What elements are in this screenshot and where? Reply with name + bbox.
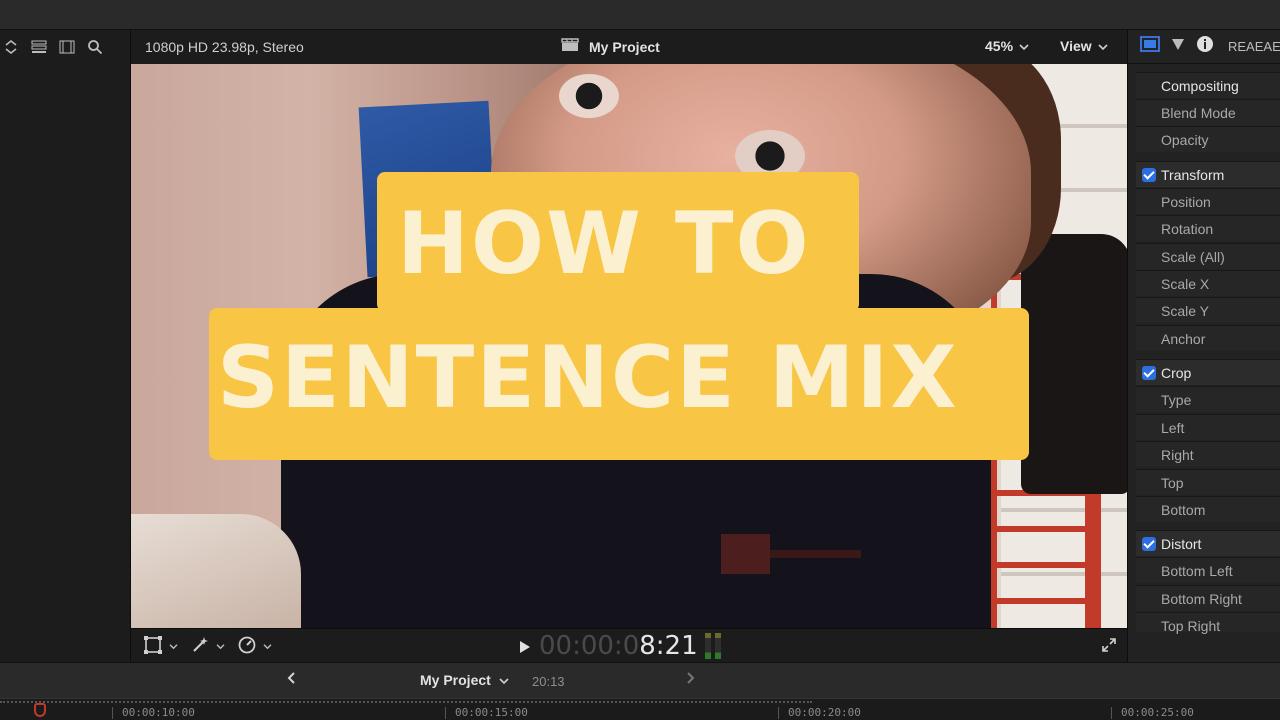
inspector-row-bottom[interactable]: Bottom (1136, 496, 1280, 522)
inspector-row-left[interactable]: Left (1136, 414, 1280, 440)
ruler-tick (445, 707, 446, 719)
inspector-tabs: REAEAE (1128, 30, 1280, 64)
inspector-section-transform[interactable]: Transform (1136, 161, 1280, 187)
viewer-project-title: My Project (561, 38, 660, 55)
transform-tool-icon[interactable] (143, 635, 163, 660)
inspector-row-top[interactable]: Top (1136, 469, 1280, 495)
audio-meter-left (705, 633, 711, 659)
zoom-value: 45% (985, 38, 1014, 54)
ruler-label: 00:00:20:00 (788, 706, 861, 719)
inspector-row-top-right[interactable]: Top Right (1136, 612, 1280, 634)
transform-checkbox[interactable] (1142, 168, 1156, 182)
next-project-icon[interactable] (686, 671, 696, 690)
speed-gauge-icon[interactable] (237, 635, 257, 660)
inspector-section-distort[interactable]: Distort (1136, 530, 1280, 556)
list-view-icon[interactable] (30, 38, 48, 56)
inspector-row-scale-y[interactable]: Scale Y (1136, 297, 1280, 323)
filmstrip-view-icon[interactable] (58, 38, 76, 56)
timeline-header: My Project 20:13 (0, 662, 1280, 698)
ruler-range (0, 701, 812, 704)
title-line-1: HOW TO (397, 194, 811, 294)
ruler-label: 00:00:25:00 (1121, 706, 1194, 719)
title-line-2: SENTENCE MIX (217, 328, 959, 428)
zoom-menu[interactable]: 45% (985, 38, 1029, 54)
playhead[interactable] (34, 703, 46, 717)
chevron-down-icon[interactable] (216, 642, 225, 653)
ruler-label: 00:00:15:00 (455, 706, 528, 719)
video-background-jacket (1021, 234, 1127, 494)
search-icon[interactable] (86, 38, 104, 56)
inspector-row-type[interactable]: Type (1136, 386, 1280, 412)
shirt-logo (721, 534, 861, 574)
inspector-row-right[interactable]: Right (1136, 441, 1280, 467)
video-subject-eye (559, 74, 619, 118)
timeline-project-menu[interactable]: My Project (420, 672, 509, 688)
timecode-value: 8:21 (639, 631, 698, 661)
section-label: Crop (1161, 365, 1192, 381)
inspector-row-rotation[interactable]: Rotation (1136, 215, 1280, 241)
format-label: 1080p HD 23.98p, Stereo (145, 39, 304, 55)
chevron-down-icon[interactable] (169, 642, 178, 653)
clapper-icon (561, 38, 579, 55)
section-label: Transform (1161, 167, 1225, 183)
audio-meter-right (715, 633, 721, 659)
ruler-label: 00:00:10:00 (122, 706, 195, 719)
timeline-duration: 20:13 (532, 674, 565, 689)
timecode-display[interactable]: 00:00:08:21 (519, 631, 698, 661)
inspector-row-compositing[interactable]: Compositing (1136, 72, 1280, 98)
inspector-panel: REAEAE Compositing Blend Mode Opacity Tr… (1127, 30, 1280, 662)
chevron-down-icon (499, 672, 509, 688)
inspector-row-blend-mode[interactable]: Blend Mode (1136, 99, 1280, 125)
previous-project-icon[interactable] (286, 671, 296, 690)
timecode-dim: 00:00:0 (539, 631, 640, 661)
viewer-tools (143, 635, 272, 660)
audio-meter[interactable] (705, 633, 721, 659)
inspector-row-scale-x[interactable]: Scale X (1136, 270, 1280, 296)
video-foreground-blanket (131, 514, 301, 628)
view-label: View (1060, 38, 1092, 54)
inspector-row-anchor[interactable]: Anchor (1136, 325, 1280, 351)
video-inspector-icon[interactable] (1140, 36, 1160, 57)
timeline-ruler[interactable]: 00:00:10:00 00:00:15:00 00:00:20:00 00:0… (0, 698, 1280, 720)
distort-checkbox[interactable] (1142, 537, 1156, 551)
magic-wand-icon[interactable] (190, 635, 210, 660)
browser-toolbar (0, 30, 131, 64)
sort-stepper-icon[interactable] (2, 38, 20, 56)
chevron-down-icon (1098, 38, 1108, 54)
inspector-section-crop[interactable]: Crop (1136, 359, 1280, 385)
ruler-tick (778, 707, 779, 719)
ruler-tick (1111, 707, 1112, 719)
window-top-strip (0, 0, 1280, 30)
chevron-down-icon[interactable] (263, 642, 272, 653)
project-name: My Project (589, 38, 660, 55)
inspector-row-bottom-right[interactable]: Bottom Right (1136, 585, 1280, 611)
color-inspector-icon[interactable] (1170, 36, 1186, 57)
fullscreen-icon[interactable] (1101, 637, 1117, 658)
view-menu[interactable]: View (1060, 38, 1108, 54)
browser-pane (0, 30, 131, 662)
crop-checkbox[interactable] (1142, 366, 1156, 380)
inspector-row-opacity[interactable]: Opacity (1136, 126, 1280, 152)
video-viewer[interactable]: HOW TO SENTENCE MIX (131, 64, 1127, 628)
section-label: Distort (1161, 536, 1202, 552)
inspector-row-bottom-left[interactable]: Bottom Left (1136, 557, 1280, 583)
info-icon[interactable] (1196, 35, 1214, 58)
play-icon[interactable] (519, 631, 531, 661)
chevron-down-icon (1019, 38, 1029, 54)
inspector-row-scale-all[interactable]: Scale (All) (1136, 243, 1280, 269)
inspector-row-position[interactable]: Position (1136, 188, 1280, 214)
viewer-header: 1080p HD 23.98p, Stereo My Project 45% V… (131, 30, 1127, 64)
timeline-project-name: My Project (420, 672, 491, 688)
viewer-footer: 00:00:08:21 (131, 628, 1127, 662)
ruler-tick (112, 707, 113, 719)
inspector-tab-label[interactable]: REAEAE (1228, 39, 1280, 54)
